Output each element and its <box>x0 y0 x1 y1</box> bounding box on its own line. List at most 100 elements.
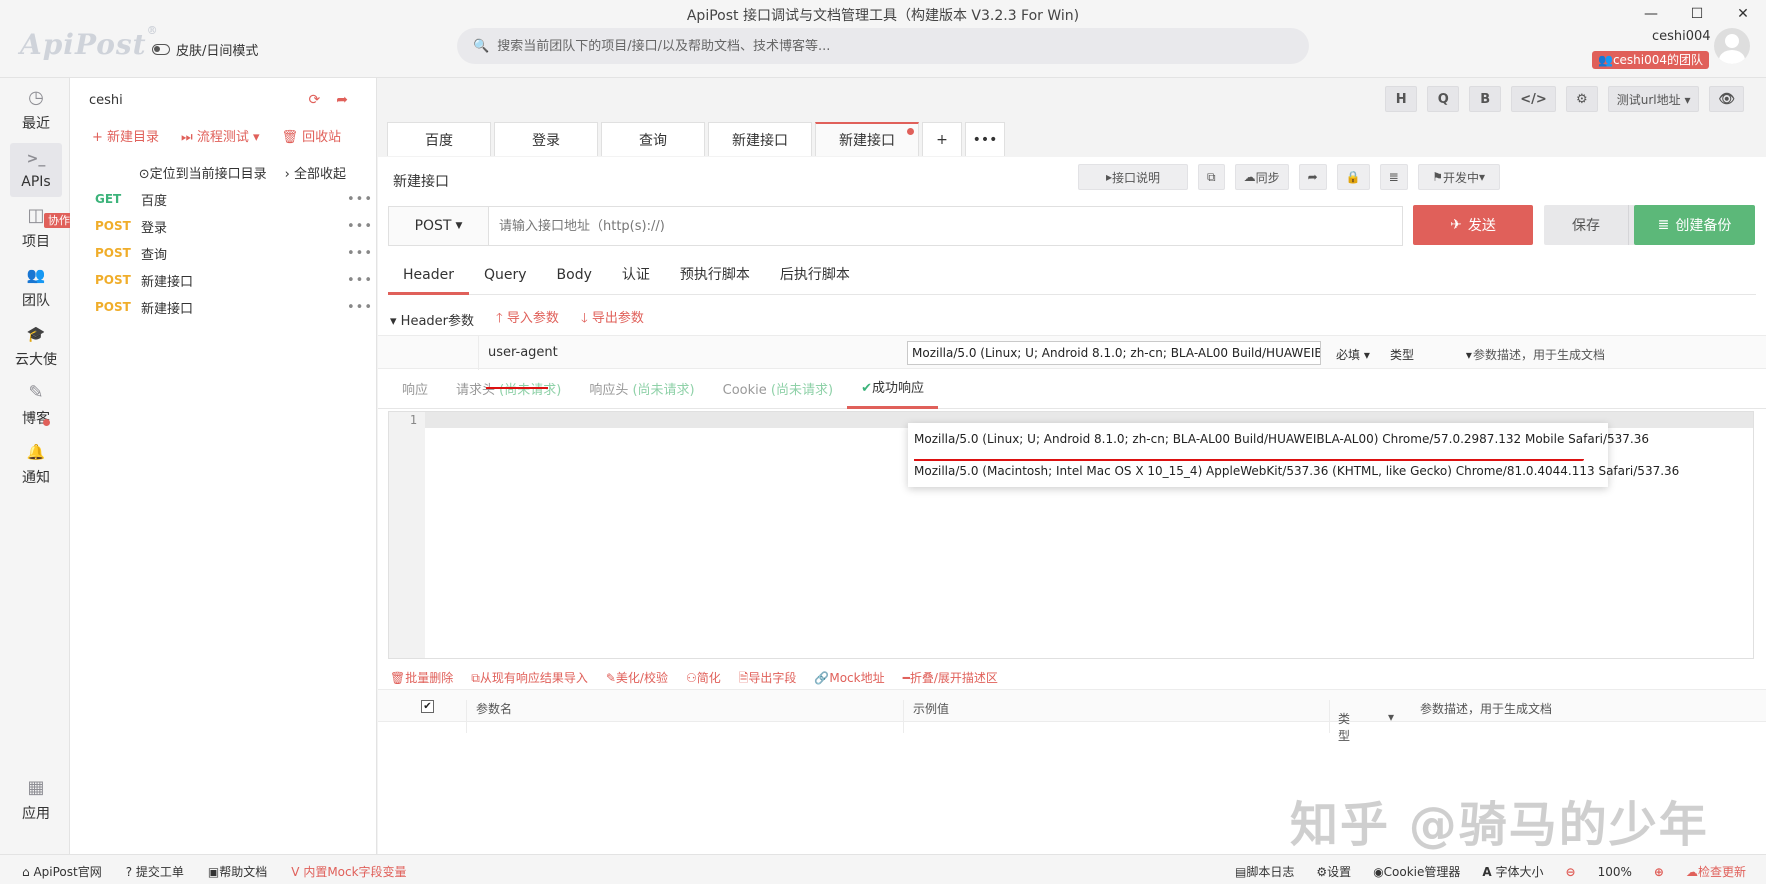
share-icon[interactable]: ➦ <box>1298 164 1327 190</box>
batch-delete-button[interactable]: 🗑批量删除 <box>390 669 453 690</box>
tree-item[interactable]: POST 新建接口 ••• <box>70 265 377 295</box>
method-badge: POST <box>95 300 131 314</box>
skin-toggle[interactable]: 皮肤/日间模式 <box>152 40 258 59</box>
minimize-button[interactable]: — <box>1628 0 1674 28</box>
editor-gutter <box>389 412 425 658</box>
method-select[interactable]: POST ▼ <box>389 207 489 245</box>
more-icon[interactable]: ••• <box>347 300 377 315</box>
import-from-result-button[interactable]: ⧉从现有响应结果导入 <box>471 669 588 690</box>
tab-response[interactable]: 响应 <box>378 379 442 398</box>
user-name[interactable]: ceshi004 <box>1652 29 1711 44</box>
tree-item[interactable]: GET 百度 ••• <box>70 184 377 214</box>
param-desc-input[interactable]: 参数描述，用于生成文档 <box>1473 346 1605 363</box>
copy-icon[interactable]: ⧉ <box>1198 164 1225 190</box>
tab-header[interactable]: Header <box>388 255 469 295</box>
locate-button[interactable]: ⊙定位到当前接口目录 <box>139 163 267 182</box>
tab-baidu[interactable]: 百度 <box>387 122 491 156</box>
api-doc-button[interactable]: ▸ 接口说明 <box>1078 164 1188 190</box>
maximize-button[interactable]: ☐ <box>1674 0 1720 28</box>
tab-pre-script[interactable]: 预执行脚本 <box>665 255 765 295</box>
check-update-button[interactable]: ☁检查更新 <box>1686 863 1746 880</box>
zoom-in-button[interactable]: ⊕ <box>1654 865 1664 879</box>
h-button[interactable]: H <box>1385 86 1418 112</box>
beautify-button[interactable]: ✎美化/校验 <box>606 669 668 690</box>
simplify-button[interactable]: ⚇简化 <box>686 669 721 690</box>
create-backup-button[interactable]: ≣ 创建备份 <box>1634 205 1755 245</box>
nav-project[interactable]: ◫ 项目 <box>10 202 62 256</box>
param-key-input[interactable]: user-agent <box>488 345 558 360</box>
export-params-button[interactable]: 🡓 导出参数 <box>581 307 644 331</box>
status-select[interactable]: ⚑ 开发中 ▾ <box>1417 164 1500 190</box>
mock-vars-link[interactable]: V 内置Mock字段变量 <box>291 863 406 880</box>
tab-response-headers[interactable]: 响应头 (尚未请求) <box>575 379 708 398</box>
recycle-bin-button[interactable]: 🗑 回收站 <box>282 126 342 145</box>
select-all-checkbox[interactable]: ✔ <box>421 700 434 713</box>
flow-test-button[interactable]: ⏭ 流程测试 ▾ <box>181 126 260 145</box>
tab-post-script[interactable]: 后执行脚本 <box>765 255 865 295</box>
nav-team[interactable]: 👥 团队 <box>10 261 62 315</box>
nav-apps[interactable]: ▦ 应用 <box>10 774 62 828</box>
suggestion-item[interactable]: Mozilla/5.0 (Linux; U; Android 8.1.0; zh… <box>908 423 1649 455</box>
tree-item[interactable]: POST 新建接口 ••• <box>70 292 377 322</box>
nav-blog[interactable]: ✎ 博客 <box>10 379 62 433</box>
official-site-link[interactable]: ⌂ ApiPost官网 <box>22 863 102 880</box>
team-badge[interactable]: 👥ceshi004的团队 <box>1592 51 1710 69</box>
settings-sliders-button[interactable]: ⚙ <box>1565 86 1598 112</box>
more-tabs-button[interactable]: ••• <box>965 122 1005 156</box>
left-nav: ◷ 最近 >_ APIs ◫ 项目 👥 团队 🎓 云大使 ✎ 博客 🔔 通知 ▦… <box>0 78 70 854</box>
tab-new-api[interactable]: 新建接口 <box>708 122 812 156</box>
nav-recent[interactable]: ◷ 最近 <box>10 84 62 138</box>
url-input[interactable] <box>489 207 1402 245</box>
more-icon[interactable]: ••• <box>347 246 377 261</box>
code-button[interactable]: </> <box>1511 86 1556 112</box>
tab-query[interactable]: 查询 <box>601 122 705 156</box>
param-value-input[interactable]: Mozilla/5.0 (Linux; U; Android 8.1.0; zh… <box>907 341 1321 365</box>
more-icon[interactable]: ••• <box>347 219 377 234</box>
import-params-button[interactable]: 🡑 导入参数 <box>496 307 559 331</box>
tab-query-params[interactable]: Query <box>469 255 542 295</box>
mock-url-button[interactable]: 🔗Mock地址 <box>814 669 884 690</box>
q-button[interactable]: Q <box>1427 86 1460 112</box>
env-select[interactable]: 测试url地址 ▾ <box>1607 86 1700 112</box>
avatar[interactable] <box>1714 28 1750 64</box>
add-tab-button[interactable]: + <box>922 122 962 156</box>
refresh-icon[interactable]: ⟳ <box>309 92 321 108</box>
nav-apis[interactable]: >_ APIs <box>10 143 62 197</box>
toggle-desc-button[interactable]: ━折叠/展开描述区 <box>903 669 998 690</box>
tab-success-response[interactable]: ✔成功响应 <box>847 369 938 409</box>
header-section-toggle[interactable]: ▾ Header参数 <box>390 310 474 329</box>
more-icon[interactable]: ••• <box>347 273 377 288</box>
nav-ambassador[interactable]: 🎓 云大使 <box>10 320 62 374</box>
eye-icon[interactable]: 👁 <box>1709 86 1744 112</box>
share-icon[interactable]: ➦ <box>336 92 348 108</box>
more-icon[interactable]: ••• <box>347 192 377 207</box>
nav-notify[interactable]: 🔔 通知 <box>10 438 62 492</box>
api-name: 新建接口 <box>141 301 194 317</box>
collapse-all-button[interactable]: › 全部收起 <box>285 163 346 182</box>
database-icon[interactable]: ≣ <box>1379 164 1408 190</box>
settings-button[interactable]: ⚙设置 <box>1316 863 1351 880</box>
cookie-manager-button[interactable]: ◉Cookie管理器 <box>1373 863 1460 880</box>
tree-item[interactable]: POST 查询 ••• <box>70 238 377 268</box>
tab-cookie[interactable]: Cookie (尚未请求) <box>709 379 847 398</box>
tab-auth[interactable]: 认证 <box>607 255 665 295</box>
send-button[interactable]: ✈ 发送 <box>1413 205 1533 245</box>
tab-new-api-active[interactable]: 新建接口 <box>815 122 919 156</box>
global-search[interactable]: 🔍 <box>457 28 1309 64</box>
help-docs-link[interactable]: ▣帮助文档 <box>208 863 267 880</box>
new-folder-button[interactable]: + 新建目录 <box>92 126 159 145</box>
type-select[interactable]: 类型 ▾ <box>1390 346 1472 363</box>
zoom-out-button[interactable]: ⊖ <box>1566 865 1576 879</box>
tree-item[interactable]: POST 登录 ••• <box>70 211 377 241</box>
tab-login[interactable]: 登录 <box>494 122 598 156</box>
required-select[interactable]: 必填 ▾ <box>1336 346 1370 363</box>
script-log-button[interactable]: ▤脚本日志 <box>1235 863 1294 880</box>
b-button[interactable]: B <box>1469 86 1502 112</box>
lock-icon[interactable]: 🔒 <box>1336 164 1370 190</box>
submit-ticket-link[interactable]: ? 提交工单 <box>126 863 184 880</box>
search-input[interactable] <box>497 38 1309 54</box>
export-fields-button[interactable]: 🗎导出字段 <box>739 669 797 690</box>
tab-body[interactable]: Body <box>542 255 607 295</box>
sync-button[interactable]: ☁ 同步 <box>1234 164 1289 190</box>
close-button[interactable]: ✕ <box>1720 0 1766 28</box>
